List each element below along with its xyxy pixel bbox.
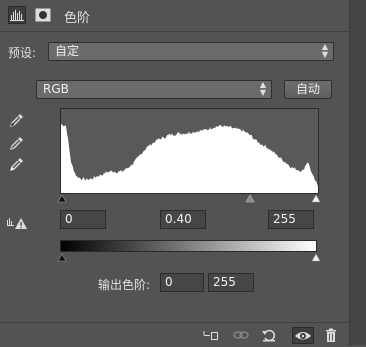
- black-eyedropper-icon[interactable]: [9, 112, 25, 128]
- histogram-area: [61, 124, 318, 193]
- preset-label: 预设:: [8, 46, 37, 60]
- view-previous-icon[interactable]: [232, 327, 250, 343]
- gray-eyedropper-icon[interactable]: [9, 135, 25, 151]
- scrollbar[interactable]: [350, 0, 366, 345]
- channel-select[interactable]: RGB ▲ ▼: [36, 80, 272, 99]
- output-white-field[interactable]: 255: [208, 273, 254, 292]
- histogram-plot: [61, 124, 318, 193]
- white-eyedropper-icon[interactable]: [9, 156, 25, 172]
- black-point-handle[interactable]: [57, 194, 67, 203]
- output-gradient: [60, 240, 317, 252]
- output-white-handle[interactable]: [311, 253, 321, 262]
- visibility-eye-icon[interactable]: [292, 327, 314, 344]
- input-slider[interactable]: [56, 193, 322, 203]
- reset-icon[interactable]: [260, 327, 278, 343]
- input-gamma-field[interactable]: 0.40: [160, 210, 206, 229]
- histogram: [60, 108, 319, 194]
- footer-divider: [0, 322, 349, 323]
- input-black-field[interactable]: 0: [60, 210, 106, 229]
- levels-icon[interactable]: [8, 6, 26, 24]
- clipping-warning-icon[interactable]: [6, 215, 28, 229]
- output-slider[interactable]: [56, 252, 322, 262]
- output-black-field[interactable]: 0: [160, 273, 204, 292]
- input-white-field[interactable]: 255: [268, 210, 314, 229]
- output-levels-label: 输出色阶:: [98, 278, 151, 292]
- select-arrows-icon: ▲ ▼: [259, 80, 266, 97]
- mask-icon[interactable]: [34, 6, 52, 24]
- channel-value: RGB: [43, 82, 69, 96]
- preset-value: 自定: [55, 44, 80, 58]
- trash-icon[interactable]: [322, 327, 340, 343]
- white-point-handle[interactable]: [311, 194, 321, 203]
- panel-title: 色阶: [64, 11, 91, 26]
- output-black-handle[interactable]: [57, 253, 67, 262]
- header-divider: [0, 31, 349, 32]
- clip-to-layer-icon[interactable]: [202, 327, 220, 343]
- gamma-handle[interactable]: [245, 194, 255, 203]
- auto-button[interactable]: 自动: [284, 80, 332, 99]
- select-arrows-icon: ▲ ▼: [321, 42, 328, 59]
- preset-select[interactable]: 自定 ▲ ▼: [48, 42, 334, 61]
